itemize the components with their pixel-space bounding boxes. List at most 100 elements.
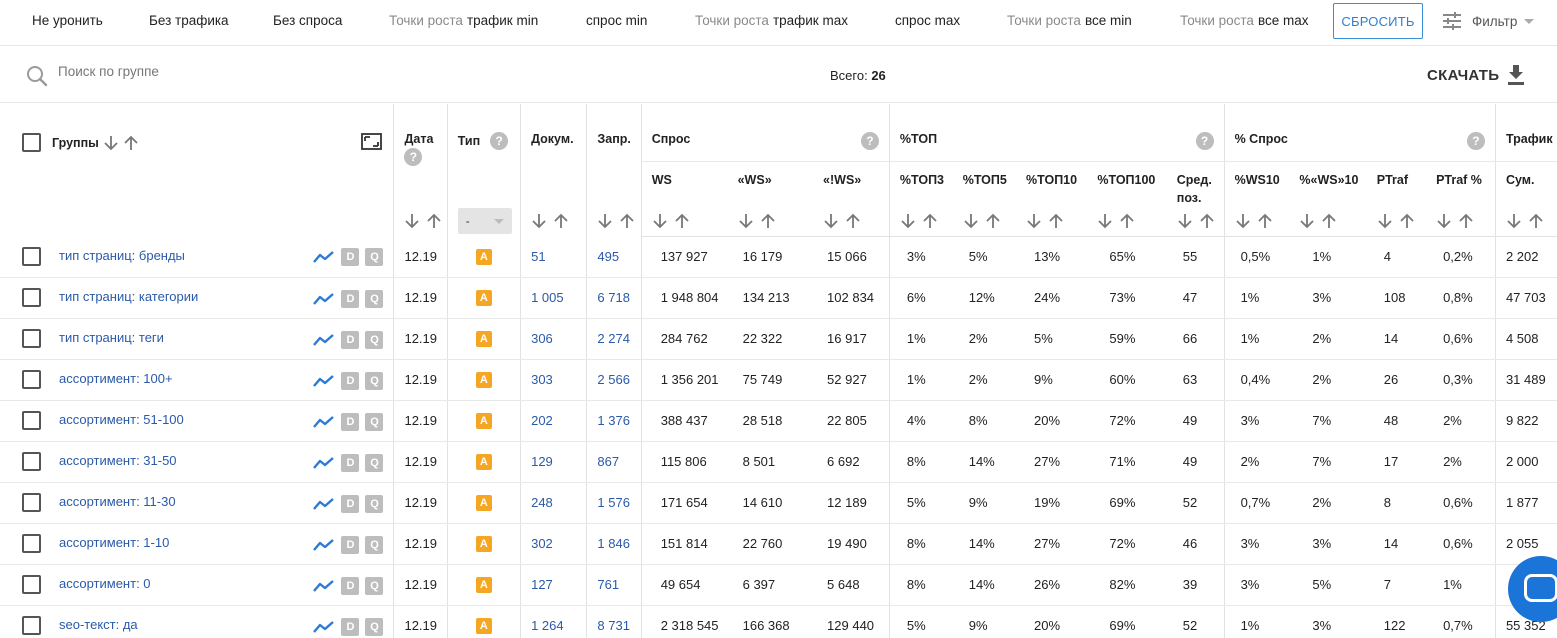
row-checkbox[interactable] [22,411,41,430]
group-link[interactable]: тип страниц: категории [59,289,198,304]
sort-desc-icon[interactable] [652,213,668,229]
sort-desc-icon[interactable] [404,213,420,229]
reset-button[interactable]: СБРОСИТЬ [1333,3,1423,39]
row-checkbox[interactable] [22,329,41,348]
trend-chart-icon[interactable] [313,374,335,388]
sort-desc-icon[interactable] [103,135,119,151]
cell-docs[interactable]: 303 [520,359,588,401]
sort-desc-icon[interactable] [1235,213,1251,229]
cell-docs[interactable]: 302 [520,523,588,565]
cell-queries[interactable]: 8 731 [586,605,642,638]
filter-growth-traffic-max[interactable]: Точки роста трафик max [695,13,848,28]
cell-queries[interactable]: 1 846 [586,523,642,565]
table-row[interactable]: ассортимент: 11-30 D Q 12.19 A 248 1 576 171 65… [0,482,1557,524]
sort-controls[interactable] [1026,213,1064,229]
sort-asc-icon[interactable] [985,213,1001,229]
row-checkbox[interactable] [22,288,41,307]
cell-docs[interactable]: 306 [520,318,588,360]
cell-queries[interactable]: 6 718 [586,277,642,319]
trend-chart-icon[interactable] [313,456,335,470]
trend-chart-icon[interactable] [313,620,335,634]
trend-chart-icon[interactable] [313,579,335,593]
d-button[interactable]: D [341,371,360,390]
trend-chart-icon[interactable] [313,538,335,552]
sort-controls[interactable] [1177,213,1215,229]
sort-asc-icon[interactable] [619,213,635,229]
sort-desc-icon[interactable] [900,213,916,229]
row-checkbox[interactable] [22,493,41,512]
table-row[interactable]: seo-текст: да D Q 12.19 A 1 264 8 731 2 318 545… [0,605,1557,638]
filter-growth-traffic-min[interactable]: Точки роста трафик min [389,13,538,28]
q-button[interactable]: Q [365,371,384,390]
cell-docs[interactable]: 51 [520,236,588,278]
help-icon[interactable]: ? [490,132,509,150]
sort-desc-icon[interactable] [597,213,613,229]
sort-asc-icon[interactable] [845,213,861,229]
q-button[interactable]: Q [365,617,384,636]
table-row[interactable]: тип страниц: теги D Q 12.19 A 306 2 274 284 762… [0,318,1557,360]
sort-asc-icon[interactable] [1399,213,1415,229]
sort-asc-icon[interactable] [426,213,442,229]
help-icon[interactable]: ? [1466,132,1485,150]
q-button[interactable]: Q [365,289,384,308]
filter-dropdown[interactable]: Фильтр [1442,12,1535,30]
sort-desc-icon[interactable] [1299,213,1315,229]
trend-chart-icon[interactable] [313,333,335,347]
trend-chart-icon[interactable] [313,292,335,306]
d-button[interactable]: D [341,412,360,431]
type-filter-select[interactable]: - [457,208,512,234]
sort-asc-icon[interactable] [1119,213,1135,229]
table-row[interactable]: тип страниц: категории D Q 12.19 A 1 005 6 718… [0,277,1557,319]
table-row[interactable]: тип страниц: бренды D Q 12.19 A 51 495 137 927 1… [0,236,1557,278]
group-link[interactable]: ассортимент: 51-100 [59,412,184,427]
sort-controls[interactable] [823,213,861,229]
table-row[interactable]: ассортимент: 100+ D Q 12.19 A 303 2 566 1 356 2… [0,359,1557,401]
sort-asc-icon[interactable] [1528,213,1544,229]
sort-asc-icon[interactable] [123,135,139,151]
sort-controls[interactable] [652,213,690,229]
table-row[interactable]: ассортимент: 31-50 D Q 12.19 A 129 867 115 806 8… [0,441,1557,483]
sort-asc-icon[interactable] [922,213,938,229]
trend-chart-icon[interactable] [313,497,335,511]
row-checkbox[interactable] [22,616,41,635]
q-button[interactable]: Q [365,412,384,431]
sort-controls[interactable] [404,213,442,229]
cell-queries[interactable]: 1 376 [586,400,642,442]
sort-asc-icon[interactable] [1048,213,1064,229]
sort-desc-icon[interactable] [1377,213,1393,229]
cell-docs[interactable]: 248 [520,482,588,524]
download-button[interactable]: СКАЧАТЬ [1427,65,1525,85]
row-checkbox[interactable] [22,575,41,594]
sort-desc-icon[interactable] [531,213,547,229]
sort-controls[interactable] [531,213,569,229]
sort-controls[interactable] [1097,213,1135,229]
d-button[interactable]: D [341,617,360,636]
trend-chart-icon[interactable] [313,250,335,264]
sort-desc-icon[interactable] [1026,213,1042,229]
row-checkbox[interactable] [22,246,41,266]
d-button[interactable]: D [341,248,360,266]
cell-queries[interactable]: 495 [586,236,642,278]
sort-desc-icon[interactable] [823,213,839,229]
filter-no-demand[interactable]: Без спроса [273,13,342,28]
help-icon[interactable]: ? [860,132,879,150]
sort-desc-icon[interactable] [1177,213,1193,229]
sort-desc-icon[interactable] [738,213,754,229]
select-all-checkbox[interactable] [22,133,41,152]
help-icon[interactable]: ? [1195,132,1214,150]
expand-icon[interactable] [361,133,382,150]
search-input[interactable] [58,64,358,79]
sort-controls[interactable] [1377,213,1415,229]
q-button[interactable]: Q [365,576,384,595]
table-row[interactable]: ассортимент: 51-100 D Q 12.19 A 202 1 376 388 4… [0,400,1557,442]
sort-controls[interactable] [1235,213,1273,229]
d-button[interactable]: D [341,330,360,349]
q-button[interactable]: Q [365,248,384,266]
row-checkbox[interactable] [22,534,41,553]
cell-docs[interactable]: 1 005 [520,277,588,319]
group-link[interactable]: ассортимент: 31-50 [59,453,177,468]
trend-chart-icon[interactable] [313,415,335,429]
group-link[interactable]: ассортимент: 0 [59,576,151,591]
sort-desc-icon[interactable] [1506,213,1522,229]
help-icon[interactable]: ? [404,148,423,166]
